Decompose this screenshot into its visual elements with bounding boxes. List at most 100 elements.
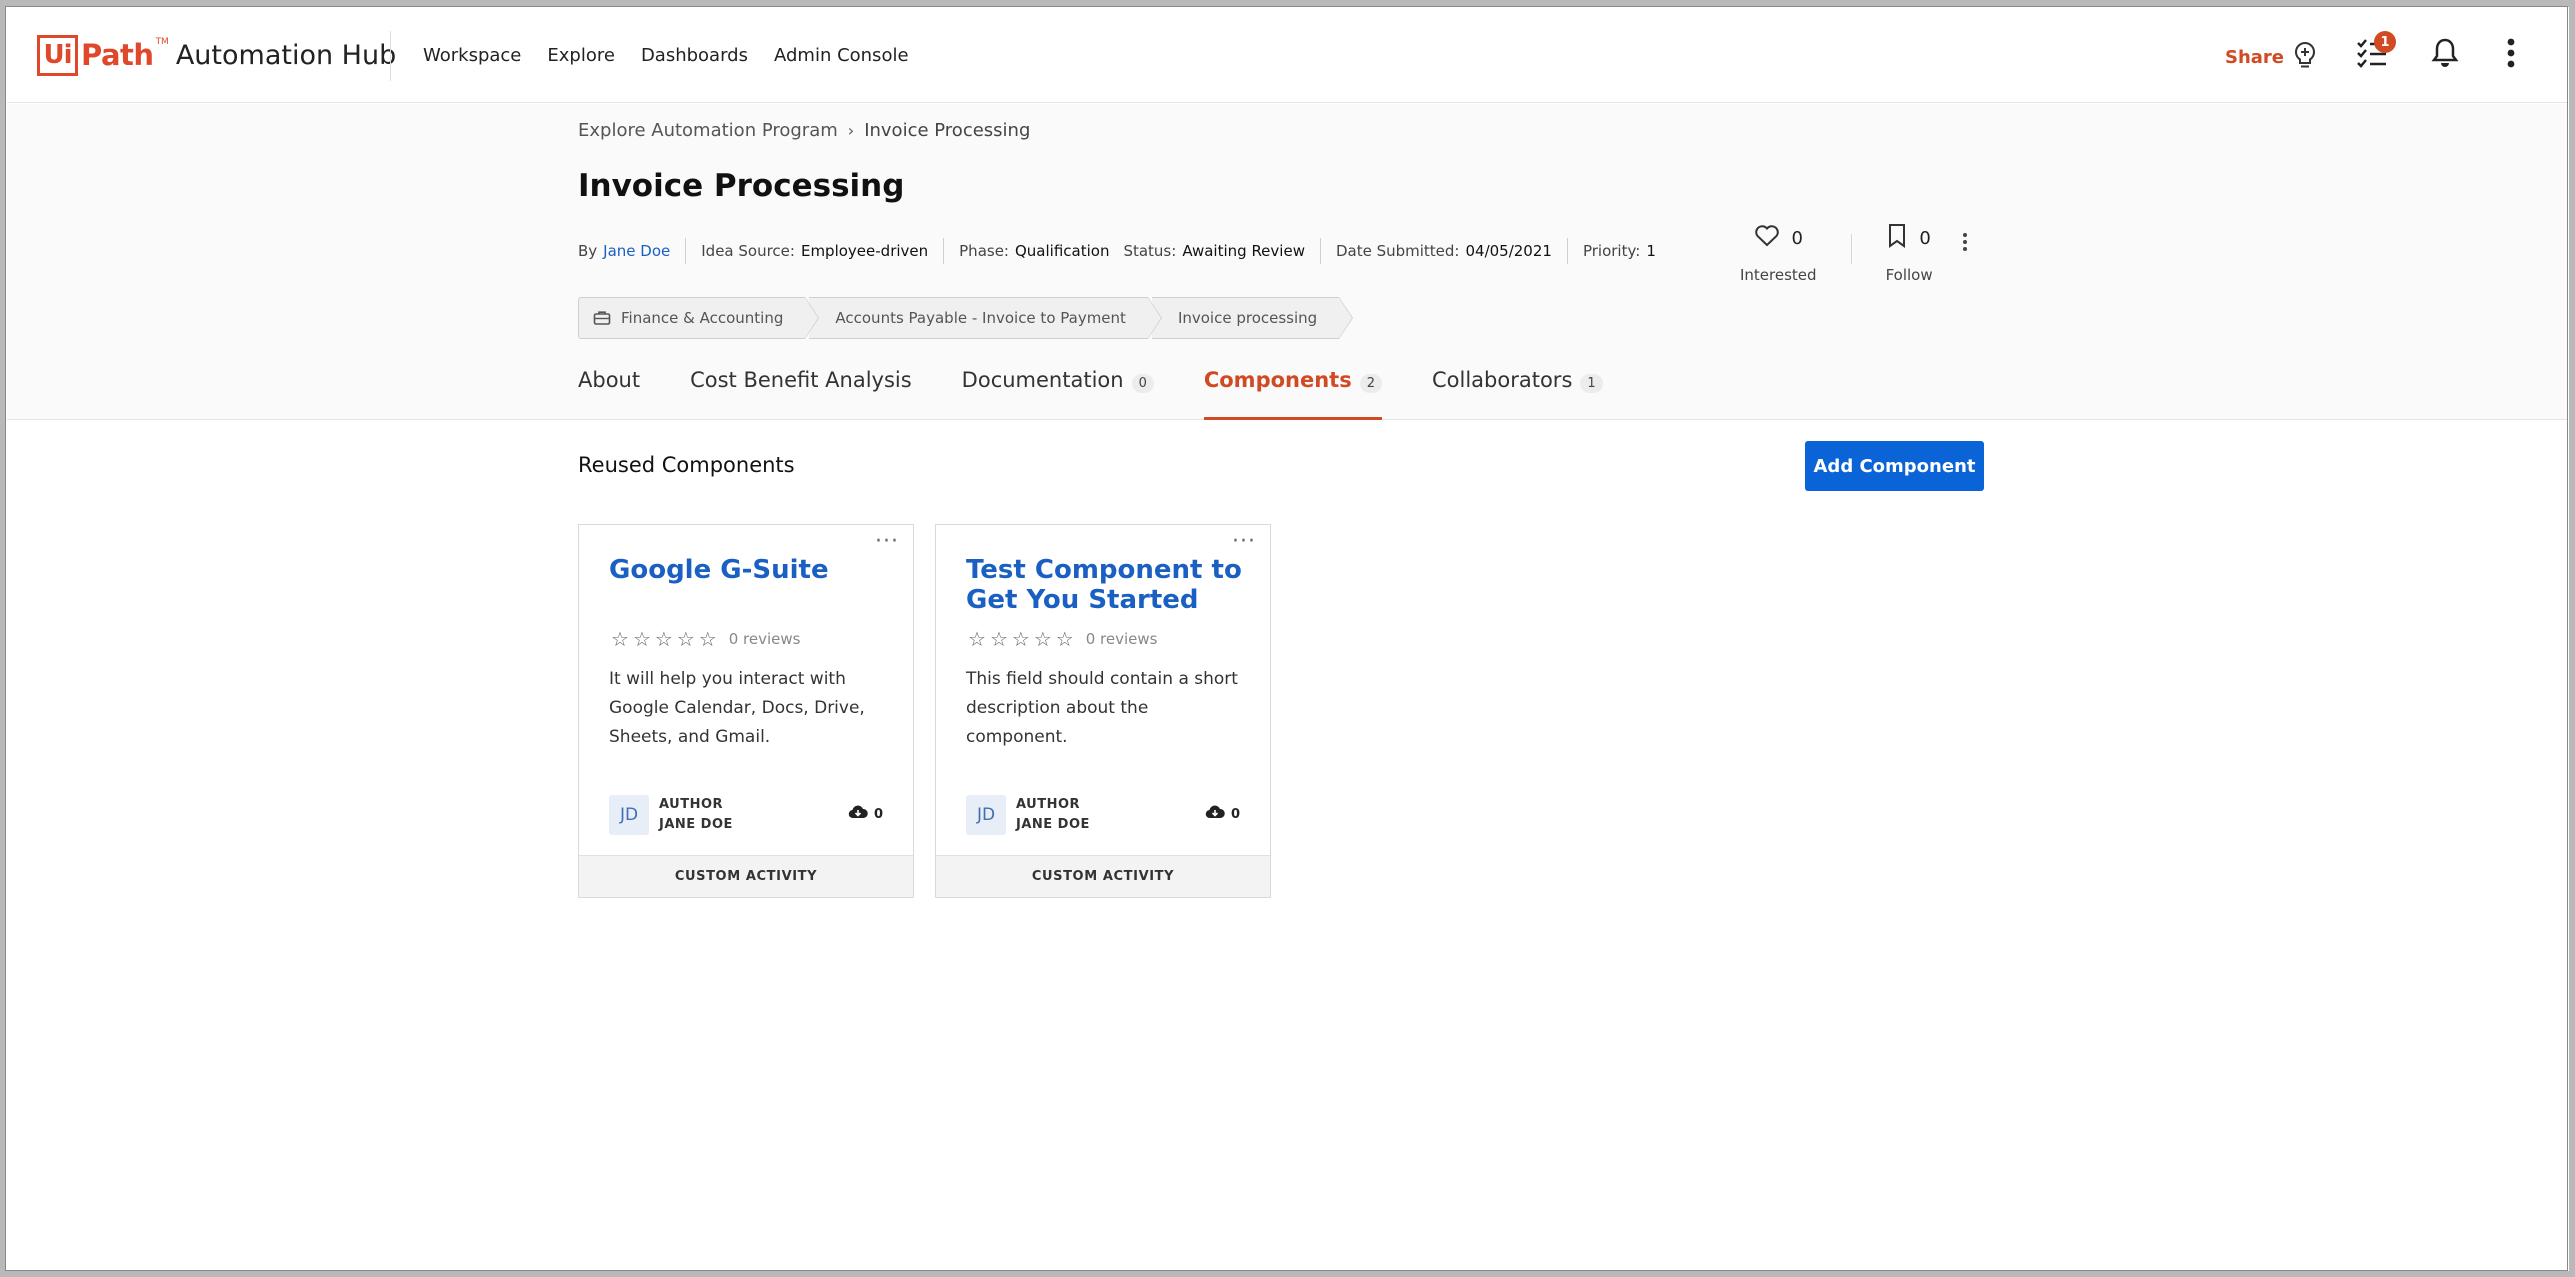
category-level-2[interactable]: Accounts Payable - Invoice to Payment bbox=[809, 297, 1162, 339]
tasks-badge: 1 bbox=[2374, 31, 2396, 53]
star-outline-icon[interactable]: ☆ bbox=[1012, 629, 1030, 649]
star-outline-icon[interactable]: ☆ bbox=[611, 629, 629, 649]
star-outline-icon[interactable]: ☆ bbox=[990, 629, 1008, 649]
star-outline-icon[interactable]: ☆ bbox=[655, 629, 673, 649]
category-level-1[interactable]: Finance & Accounting bbox=[578, 297, 820, 339]
heart-icon bbox=[1754, 224, 1780, 252]
page-title: Invoice Processing bbox=[578, 168, 905, 204]
tab-components[interactable]: Components 2 bbox=[1203, 368, 1383, 420]
tab-collaborators[interactable]: Collaborators 1 bbox=[1432, 368, 1603, 420]
bell-icon bbox=[2431, 37, 2459, 73]
tab-components-count: 2 bbox=[1359, 374, 1382, 393]
nav-workspace[interactable]: Workspace bbox=[423, 45, 521, 66]
more-horizontal-icon[interactable]: ··· bbox=[1232, 529, 1256, 554]
author-name: JANE DOE bbox=[659, 817, 733, 832]
logo-path-text: Path bbox=[81, 38, 154, 72]
follow-button[interactable]: 0 Follow bbox=[1886, 220, 1933, 284]
component-card[interactable]: ··· Test Component to Get You Started ☆ … bbox=[935, 524, 1271, 898]
main-nav: Workspace Explore Dashboards Admin Conso… bbox=[423, 7, 909, 103]
tab-collaborators-label: Collaborators bbox=[1432, 368, 1573, 392]
interested-count: 0 bbox=[1791, 227, 1803, 249]
priority-label: Priority: bbox=[1582, 242, 1641, 260]
logo-trademark: TM bbox=[155, 37, 169, 47]
component-title[interactable]: Test Component to Get You Started bbox=[966, 555, 1246, 615]
component-description: It will help you interact with Google Ca… bbox=[609, 669, 865, 747]
download-count-value: 0 bbox=[873, 806, 883, 822]
star-outline-icon[interactable]: ☆ bbox=[677, 629, 695, 649]
phase-value: Qualification bbox=[1014, 242, 1110, 260]
category-level-1-label: Finance & Accounting bbox=[621, 309, 784, 327]
add-component-button[interactable]: Add Component bbox=[1805, 441, 1984, 491]
meta-by-label: By bbox=[578, 242, 598, 260]
status-value: Awaiting Review bbox=[1182, 242, 1305, 260]
phase-label: Phase: bbox=[959, 242, 1009, 260]
component-type: CUSTOM ACTIVITY bbox=[936, 855, 1270, 897]
nav-dashboards[interactable]: Dashboards bbox=[641, 45, 748, 66]
star-outline-icon[interactable]: ☆ bbox=[633, 629, 651, 649]
cloud-download-icon bbox=[1205, 805, 1225, 823]
category-breadcrumb: Finance & Accounting Accounts Payable - … bbox=[578, 297, 1354, 339]
section-title: Reused Components bbox=[578, 453, 795, 477]
star-outline-icon[interactable]: ☆ bbox=[1056, 629, 1074, 649]
logo-ui-mark: Ui bbox=[37, 34, 78, 76]
download-count: 0 bbox=[1205, 805, 1240, 823]
meta-priority: Priority: 1 bbox=[1566, 238, 1671, 264]
tab-documentation-count: 0 bbox=[1131, 374, 1154, 393]
more-horizontal-icon[interactable]: ··· bbox=[875, 529, 899, 554]
component-card[interactable]: ··· Google G-Suite ☆ ☆ ☆ ☆ ☆ 0 reviews I… bbox=[578, 524, 914, 898]
meta-phase-status: Phase: Qualification Status: Awaiting Re… bbox=[943, 238, 1320, 264]
category-level-2-label: Accounts Payable - Invoice to Payment bbox=[835, 309, 1126, 327]
interested-button[interactable]: 0 Interested bbox=[1740, 220, 1817, 284]
star-outline-icon[interactable]: ☆ bbox=[699, 629, 717, 649]
lightbulb-plus-icon bbox=[2292, 41, 2318, 73]
nav-explore[interactable]: Explore bbox=[547, 45, 615, 66]
follow-count: 0 bbox=[1919, 227, 1931, 249]
product-name: Automation Hub bbox=[175, 39, 397, 71]
author-label: AUTHOR bbox=[1016, 797, 1081, 812]
component-type: CUSTOM ACTIVITY bbox=[579, 855, 913, 897]
rating: ☆ ☆ ☆ ☆ ☆ 0 reviews bbox=[968, 629, 1157, 649]
component-title[interactable]: Google G-Suite bbox=[609, 555, 889, 585]
category-level-3-label: Invoice processing bbox=[1177, 309, 1318, 327]
status-label: Status: bbox=[1123, 242, 1177, 260]
follow-label: Follow bbox=[1885, 266, 1933, 284]
breadcrumb: Explore Automation Program › Invoice Pro… bbox=[578, 120, 1030, 141]
rating: ☆ ☆ ☆ ☆ ☆ 0 reviews bbox=[611, 629, 800, 649]
idea-source-label: Idea Source: bbox=[701, 242, 795, 260]
nav-divider bbox=[390, 31, 391, 81]
component-author: JD AUTHOR JANE DOE bbox=[609, 795, 733, 835]
star-outline-icon[interactable]: ☆ bbox=[968, 629, 986, 649]
tab-cost-benefit-analysis[interactable]: Cost Benefit Analysis bbox=[690, 368, 912, 420]
tab-documentation[interactable]: Documentation 0 bbox=[962, 368, 1154, 420]
tab-components-label: Components bbox=[1203, 368, 1352, 392]
date-label: Date Submitted: bbox=[1335, 242, 1460, 260]
notifications-button[interactable] bbox=[2425, 35, 2465, 75]
more-options-button[interactable] bbox=[2491, 35, 2531, 75]
star-outline-icon[interactable]: ☆ bbox=[1034, 629, 1052, 649]
share-button[interactable]: Share bbox=[2225, 41, 2318, 73]
cloud-download-icon bbox=[848, 805, 868, 823]
meta-date-submitted: Date Submitted: 04/05/2021 bbox=[1319, 238, 1567, 264]
briefcase-icon bbox=[593, 310, 611, 326]
tab-cba-label: Cost Benefit Analysis bbox=[690, 368, 912, 392]
author-link[interactable]: Jane Doe bbox=[603, 242, 670, 260]
avatar: JD bbox=[966, 795, 1006, 835]
bookmark-icon bbox=[1887, 223, 1907, 253]
category-level-3[interactable]: Invoice processing bbox=[1151, 297, 1354, 339]
idea-more-options-icon[interactable] bbox=[1962, 232, 1968, 256]
author-label: AUTHOR bbox=[659, 797, 724, 812]
avatar: JD bbox=[609, 795, 649, 835]
nav-admin-console[interactable]: Admin Console bbox=[774, 45, 909, 66]
download-count: 0 bbox=[848, 805, 883, 823]
uipath-logo[interactable]: Ui Path TM Automation Hub bbox=[37, 31, 396, 79]
breadcrumb-current: Invoice Processing bbox=[864, 120, 1031, 141]
breadcrumb-parent[interactable]: Explore Automation Program bbox=[578, 120, 838, 141]
review-count: 0 reviews bbox=[728, 630, 801, 648]
component-description: This field should contain a short descri… bbox=[966, 669, 1238, 747]
tab-about[interactable]: About bbox=[578, 368, 640, 420]
tab-documentation-label: Documentation bbox=[961, 368, 1124, 392]
interested-label: Interested bbox=[1740, 266, 1817, 284]
reactions: 0 Interested 0 Follow bbox=[1740, 220, 1933, 284]
tasks-button[interactable]: 1 bbox=[2352, 31, 2396, 75]
download-count-value: 0 bbox=[1230, 806, 1240, 822]
